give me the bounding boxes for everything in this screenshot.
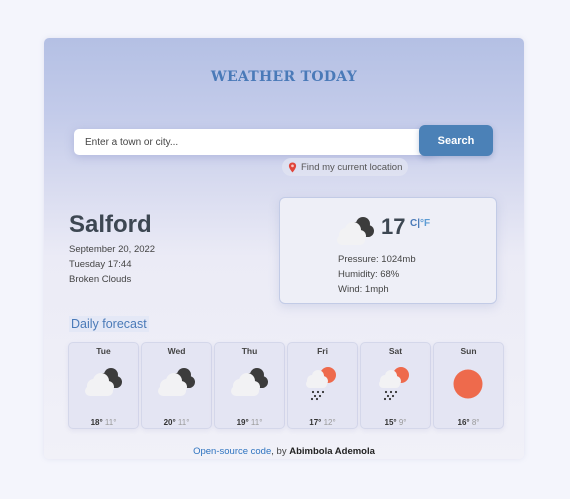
- map-pin-icon: [288, 162, 297, 172]
- broken-clouds-icon: [80, 362, 126, 404]
- city-name: Salford: [69, 211, 152, 238]
- forecast-temperatures: 15° 9°: [361, 418, 430, 427]
- pressure-value: Pressure: 1024mb: [338, 254, 416, 265]
- forecast-temperatures: 17° 12°: [288, 418, 357, 427]
- unit-toggle: C|°F: [410, 218, 430, 229]
- forecast-high: 18°: [90, 418, 103, 427]
- forecast-high: 17°: [309, 418, 322, 427]
- forecast-temperatures: 18° 11°: [69, 418, 138, 427]
- forecast-day-name: Fri: [317, 346, 328, 356]
- forecast-day-name: Sat: [388, 346, 403, 356]
- weather-description: Broken Clouds: [69, 274, 132, 285]
- forecast-day-name: Wed: [167, 346, 186, 356]
- footer: Open-source code, by Abimbola Ademola: [44, 446, 524, 457]
- humidity-value: Humidity: 68%: [338, 269, 400, 280]
- current-date: September 20, 2022: [69, 244, 156, 255]
- forecast-high: 16°: [457, 418, 470, 427]
- forecast-day-card: Wed 20° 11°: [141, 342, 212, 429]
- broken-clouds-icon: [332, 211, 378, 253]
- forecast-high: 20°: [163, 418, 176, 427]
- search-input[interactable]: [74, 129, 436, 155]
- sun-rain-icon: [299, 362, 345, 404]
- current-weather-panel: 17 C|°F Pressure: 1024mb Humidity: 68% W…: [279, 197, 497, 304]
- forecast-day-name: Thu: [241, 346, 258, 356]
- sun-icon: [445, 362, 491, 404]
- daily-forecast-list: Tue 18° 11° Wed 20° 11° Thu 19° 11° Fri …: [68, 342, 504, 429]
- forecast-temperatures: 19° 11°: [215, 418, 284, 427]
- sun-rain-icon: [372, 362, 418, 404]
- forecast-low: 8°: [471, 418, 480, 427]
- app-title: WEATHER TODAY: [210, 69, 358, 85]
- current-day-time: Tuesday 17:44: [69, 259, 132, 270]
- forecast-day-card: Sun 16° 8°: [433, 342, 504, 429]
- forecast-temperatures: 20° 11°: [142, 418, 211, 427]
- search-button[interactable]: Search: [419, 125, 493, 156]
- author-name: Abimbola Ademola: [289, 446, 375, 457]
- forecast-high: 15°: [384, 418, 397, 427]
- forecast-day-card: Fri 17° 12°: [287, 342, 358, 429]
- forecast-low: 11°: [104, 418, 117, 427]
- current-location-label: Find my current location: [301, 161, 403, 173]
- daily-forecast-title: Daily forecast: [69, 316, 149, 332]
- forecast-day-name: Tue: [96, 346, 111, 356]
- forecast-day-name: Sun: [460, 346, 477, 356]
- forecast-day-card: Tue 18° 11°: [68, 342, 139, 429]
- wind-value: Wind: 1mph: [338, 284, 389, 295]
- forecast-low: 11°: [177, 418, 190, 427]
- forecast-low: 11°: [250, 418, 263, 427]
- broken-clouds-icon: [153, 362, 199, 404]
- fahrenheit-link[interactable]: °F: [420, 218, 430, 229]
- forecast-day-card: Sat 15° 9°: [360, 342, 431, 429]
- forecast-day-card: Thu 19° 11°: [214, 342, 285, 429]
- broken-clouds-icon: [226, 362, 272, 404]
- current-temperature: 17: [381, 214, 406, 239]
- forecast-high: 19°: [236, 418, 249, 427]
- current-location-button[interactable]: Find my current location: [282, 158, 409, 176]
- footer-by-text: , by: [271, 446, 290, 457]
- forecast-temperatures: 16° 8°: [434, 418, 503, 427]
- source-code-link[interactable]: Open-source code: [193, 446, 271, 457]
- forecast-low: 9°: [398, 418, 407, 427]
- weather-app-card: WEATHER TODAY Search Find my current loc…: [44, 38, 524, 459]
- forecast-low: 12°: [323, 418, 336, 427]
